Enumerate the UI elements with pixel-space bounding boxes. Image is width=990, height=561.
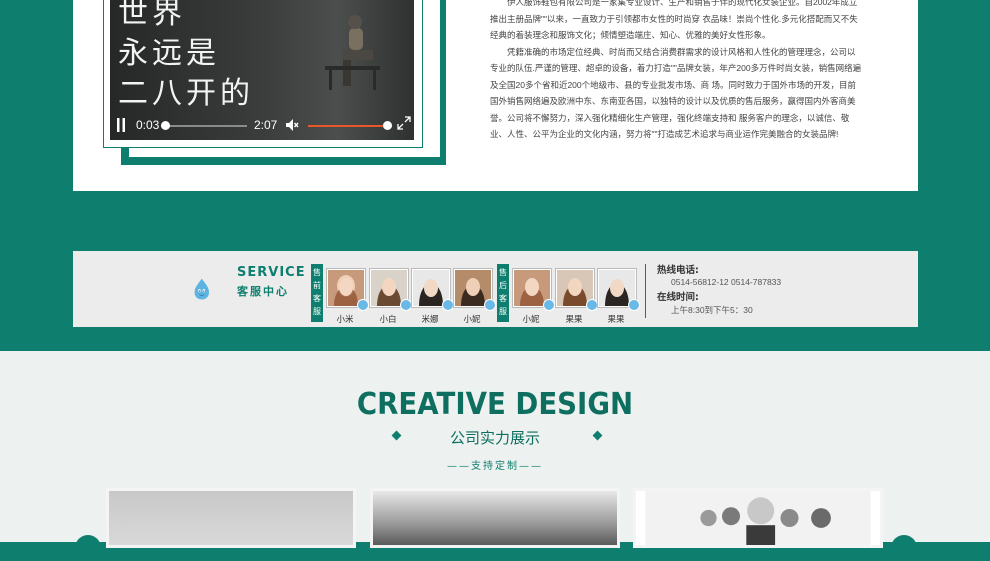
presale-agent-3[interactable]: 米娜 <box>411 268 454 325</box>
company-intro: 伊人服饰鞋包有限公司是一家集专业设计、生产和销售于伴的现代化女装企业。自2002… <box>490 0 862 143</box>
showcase-subtitle: 公司实力展示 <box>449 429 540 447</box>
volume-track[interactable] <box>308 125 387 127</box>
showcase-image <box>645 491 871 545</box>
qq-icon[interactable] <box>484 299 496 311</box>
aftersale-agent-2[interactable]: 果果 <box>555 268 598 325</box>
intro-paragraph-2: 凭籍准确的市场定位经典、时尚而又结合消费群需求的设计风格和人性化的管理理念，公司… <box>490 46 862 140</box>
fullscreen-icon[interactable] <box>397 116 411 130</box>
qq-icon[interactable] <box>628 299 640 311</box>
video-caption-line-2: 永远是 <box>118 36 220 71</box>
hours-label: 在线时间: <box>657 292 699 303</box>
presale-agent-4[interactable]: 小妮 <box>453 268 496 325</box>
mute-icon[interactable] <box>285 118 299 132</box>
video-caption: 世界 永远是 二八开的 <box>118 0 254 114</box>
aftersale-tag: 售后客服 <box>497 264 509 322</box>
agent-name: 果果 <box>565 314 583 324</box>
service-title-en: SERVICE <box>237 265 306 280</box>
video-person-image <box>325 15 380 90</box>
video-caption-line-1: 世界 <box>118 0 186 31</box>
agent-name: 小妮 <box>522 314 540 324</box>
service-mascot-icon <box>194 278 209 300</box>
hours-value: 上午8:30到下午5：30 <box>671 305 753 315</box>
showcase-section: CREATIVE DESIGN 公司实力展示 ——支持定制—— <box>0 351 990 561</box>
service-divider <box>645 264 646 318</box>
showcase-title: CREATIVE DESIGN <box>356 387 634 422</box>
agent-name: 小米 <box>336 314 354 324</box>
video-controls: 0:03 2:07 <box>110 108 414 140</box>
showcase-card-3[interactable] <box>633 488 883 548</box>
showcase-card-1[interactable] <box>106 488 356 548</box>
agent-name: 小白 <box>379 314 397 324</box>
volume-knob[interactable] <box>383 121 392 130</box>
agent-name: 米娜 <box>421 314 439 324</box>
progress-knob[interactable] <box>161 121 170 130</box>
showcase-image <box>373 491 617 545</box>
presale-agent-2[interactable]: 小白 <box>369 268 412 325</box>
showcase-support: ——支持定制—— <box>447 461 543 472</box>
presale-tag: 售前客服 <box>311 264 323 322</box>
showcase-card-2[interactable] <box>370 488 620 548</box>
service-center-bar: SERVICE 客服中心 售前客服 小米 小白 米娜 小妮 售后客服 小妮 果果… <box>73 251 918 327</box>
hotline-label: 热线电话: <box>657 265 699 276</box>
agent-name: 果果 <box>607 314 625 324</box>
qq-icon[interactable] <box>357 299 369 311</box>
pause-icon[interactable] <box>116 118 126 132</box>
video-player[interactable]: 世界 永远是 二八开的 0:03 2:07 <box>110 0 414 140</box>
aftersale-agent-3[interactable]: 果果 <box>597 268 640 325</box>
carousel-next-button[interactable] <box>891 535 917 561</box>
carousel-prev-button[interactable] <box>75 535 101 561</box>
aftersale-agent-1[interactable]: 小妮 <box>512 268 555 325</box>
qq-icon[interactable] <box>543 299 555 311</box>
current-time: 0:03 <box>136 118 160 132</box>
duration: 2:07 <box>254 118 278 132</box>
service-title-cn: 客服中心 <box>237 285 289 298</box>
agent-name: 小妮 <box>463 314 481 324</box>
hotline-value: 0514-56812-12 0514-787833 <box>671 277 782 287</box>
progress-track[interactable] <box>166 125 247 127</box>
presale-agent-1[interactable]: 小米 <box>326 268 369 325</box>
showcase-image <box>109 491 353 545</box>
intro-paragraph-1: 伊人服饰鞋包有限公司是一家集专业设计、生产和销售于伴的现代化女装企业。自2002… <box>490 0 858 40</box>
